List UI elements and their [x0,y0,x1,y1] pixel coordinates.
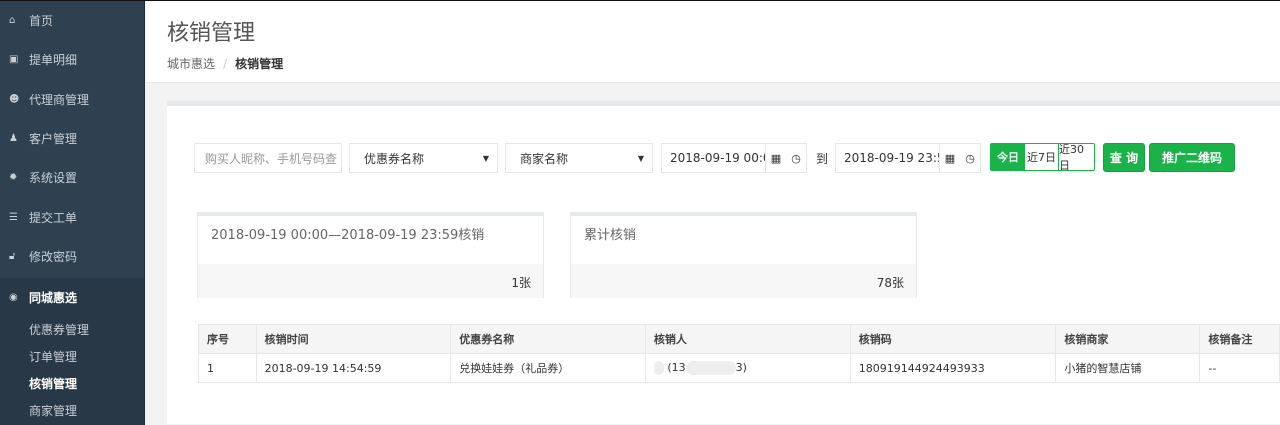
nav-city-select[interactable]: ◉ 同城惠选 [0,278,144,317]
clock-icon[interactable]: ◷ [965,152,975,165]
sub-merchants[interactable]: 商家管理 [0,398,144,425]
last7-button[interactable]: 近7日 [1025,144,1059,170]
breadcrumb: 城市惠选 / 核销管理 [167,57,284,71]
calendar-icon[interactable]: ▦ [945,152,955,165]
end-date-input[interactable]: 2018-09-19 23:59▦◷ [835,143,981,173]
nav-home[interactable]: ⌂ 首页 [0,1,144,40]
crumb-current: 核销管理 [235,57,284,71]
last30-button[interactable]: 近30日 [1059,143,1094,172]
nav-tickets[interactable]: ☰ 提交工单 [0,197,144,236]
nav-group: ◉ 同城惠选 优惠券管理 订单管理 核销管理 商家管理 [0,278,144,425]
stat-card-range: 2018-09-19 00:00—2018-09-19 23:59核销 1张 [197,212,544,298]
merchant-select[interactable]: 商家名称 ▼ [505,143,653,173]
verifier-cell: (13 3) [644,353,851,383]
sub-verify[interactable]: 核销管理 [0,371,144,398]
gear-icon: ✹ [9,172,18,184]
page-title: 核销管理 [167,21,256,46]
page-header: 核销管理 城市惠选 / 核销管理 [146,1,1280,83]
stat-card-total: 累计核销 78张 [570,212,917,298]
table-row: 1 2018-09-19 14:54:59 兑换娃娃券（礼品券） (13 3) 1… [198,353,1280,383]
sub-coupons[interactable]: 优惠券管理 [0,317,144,344]
table-header: 序号 核销时间 优惠券名称 核销人 核销码 核销商家 核销备注 [198,324,1280,354]
nav-settings[interactable]: ✹ 系统设置 [0,158,144,197]
nav-orders[interactable]: ▣ 提单明细 [0,40,144,79]
user-icon: ♟ [9,133,18,145]
home-icon: ⌂ [9,15,16,27]
blurred-phone [685,361,736,375]
start-date-input[interactable]: 2018-09-19 00:00▦◷ [661,143,807,173]
lock-icon: 🔓︎ [9,250,16,262]
caret-down-icon: ▼ [482,153,489,163]
blurred-name [653,361,664,375]
caret-down-icon: ▼ [637,153,644,163]
money-icon: ▣ [9,54,19,66]
list-icon: ☰ [9,211,18,223]
sub-orders[interactable]: 订单管理 [0,344,144,371]
query-button[interactable]: 查 询 [1103,143,1145,172]
to-label: 到 [816,152,829,166]
nav-password[interactable]: 🔓︎ 修改密码 [0,237,144,276]
circle-icon: ◉ [9,292,18,304]
date-range-group: 今日 近7日 近30日 [990,143,1095,172]
qrcode-button[interactable]: 推广二维码 [1149,143,1235,172]
buyer-search-input[interactable]: 购买人昵称、手机号码查 [194,143,342,173]
verify-table: 序号 核销时间 优惠券名称 核销人 核销码 核销商家 核销备注 1 2018-0… [198,324,1280,383]
coupon-select[interactable]: 优惠券名称 ▼ [349,143,498,173]
users-icon: ☻ [9,93,20,105]
today-button[interactable]: 今日 [991,144,1025,170]
nav-agents[interactable]: ☻ 代理商管理 [0,80,144,119]
clock-icon[interactable]: ◷ [791,152,801,165]
calendar-icon[interactable]: ▦ [771,152,781,165]
sidebar: ⌂ 首页 ▣ 提单明细 ☻ 代理商管理 ♟ 客户管理 ✹ 系统设置 ☰ 提交工单 🔓︎ 修改密… [0,1,145,425]
crumb-parent[interactable]: 城市惠选 [167,57,215,71]
nav-customers[interactable]: ♟ 客户管理 [0,119,144,158]
